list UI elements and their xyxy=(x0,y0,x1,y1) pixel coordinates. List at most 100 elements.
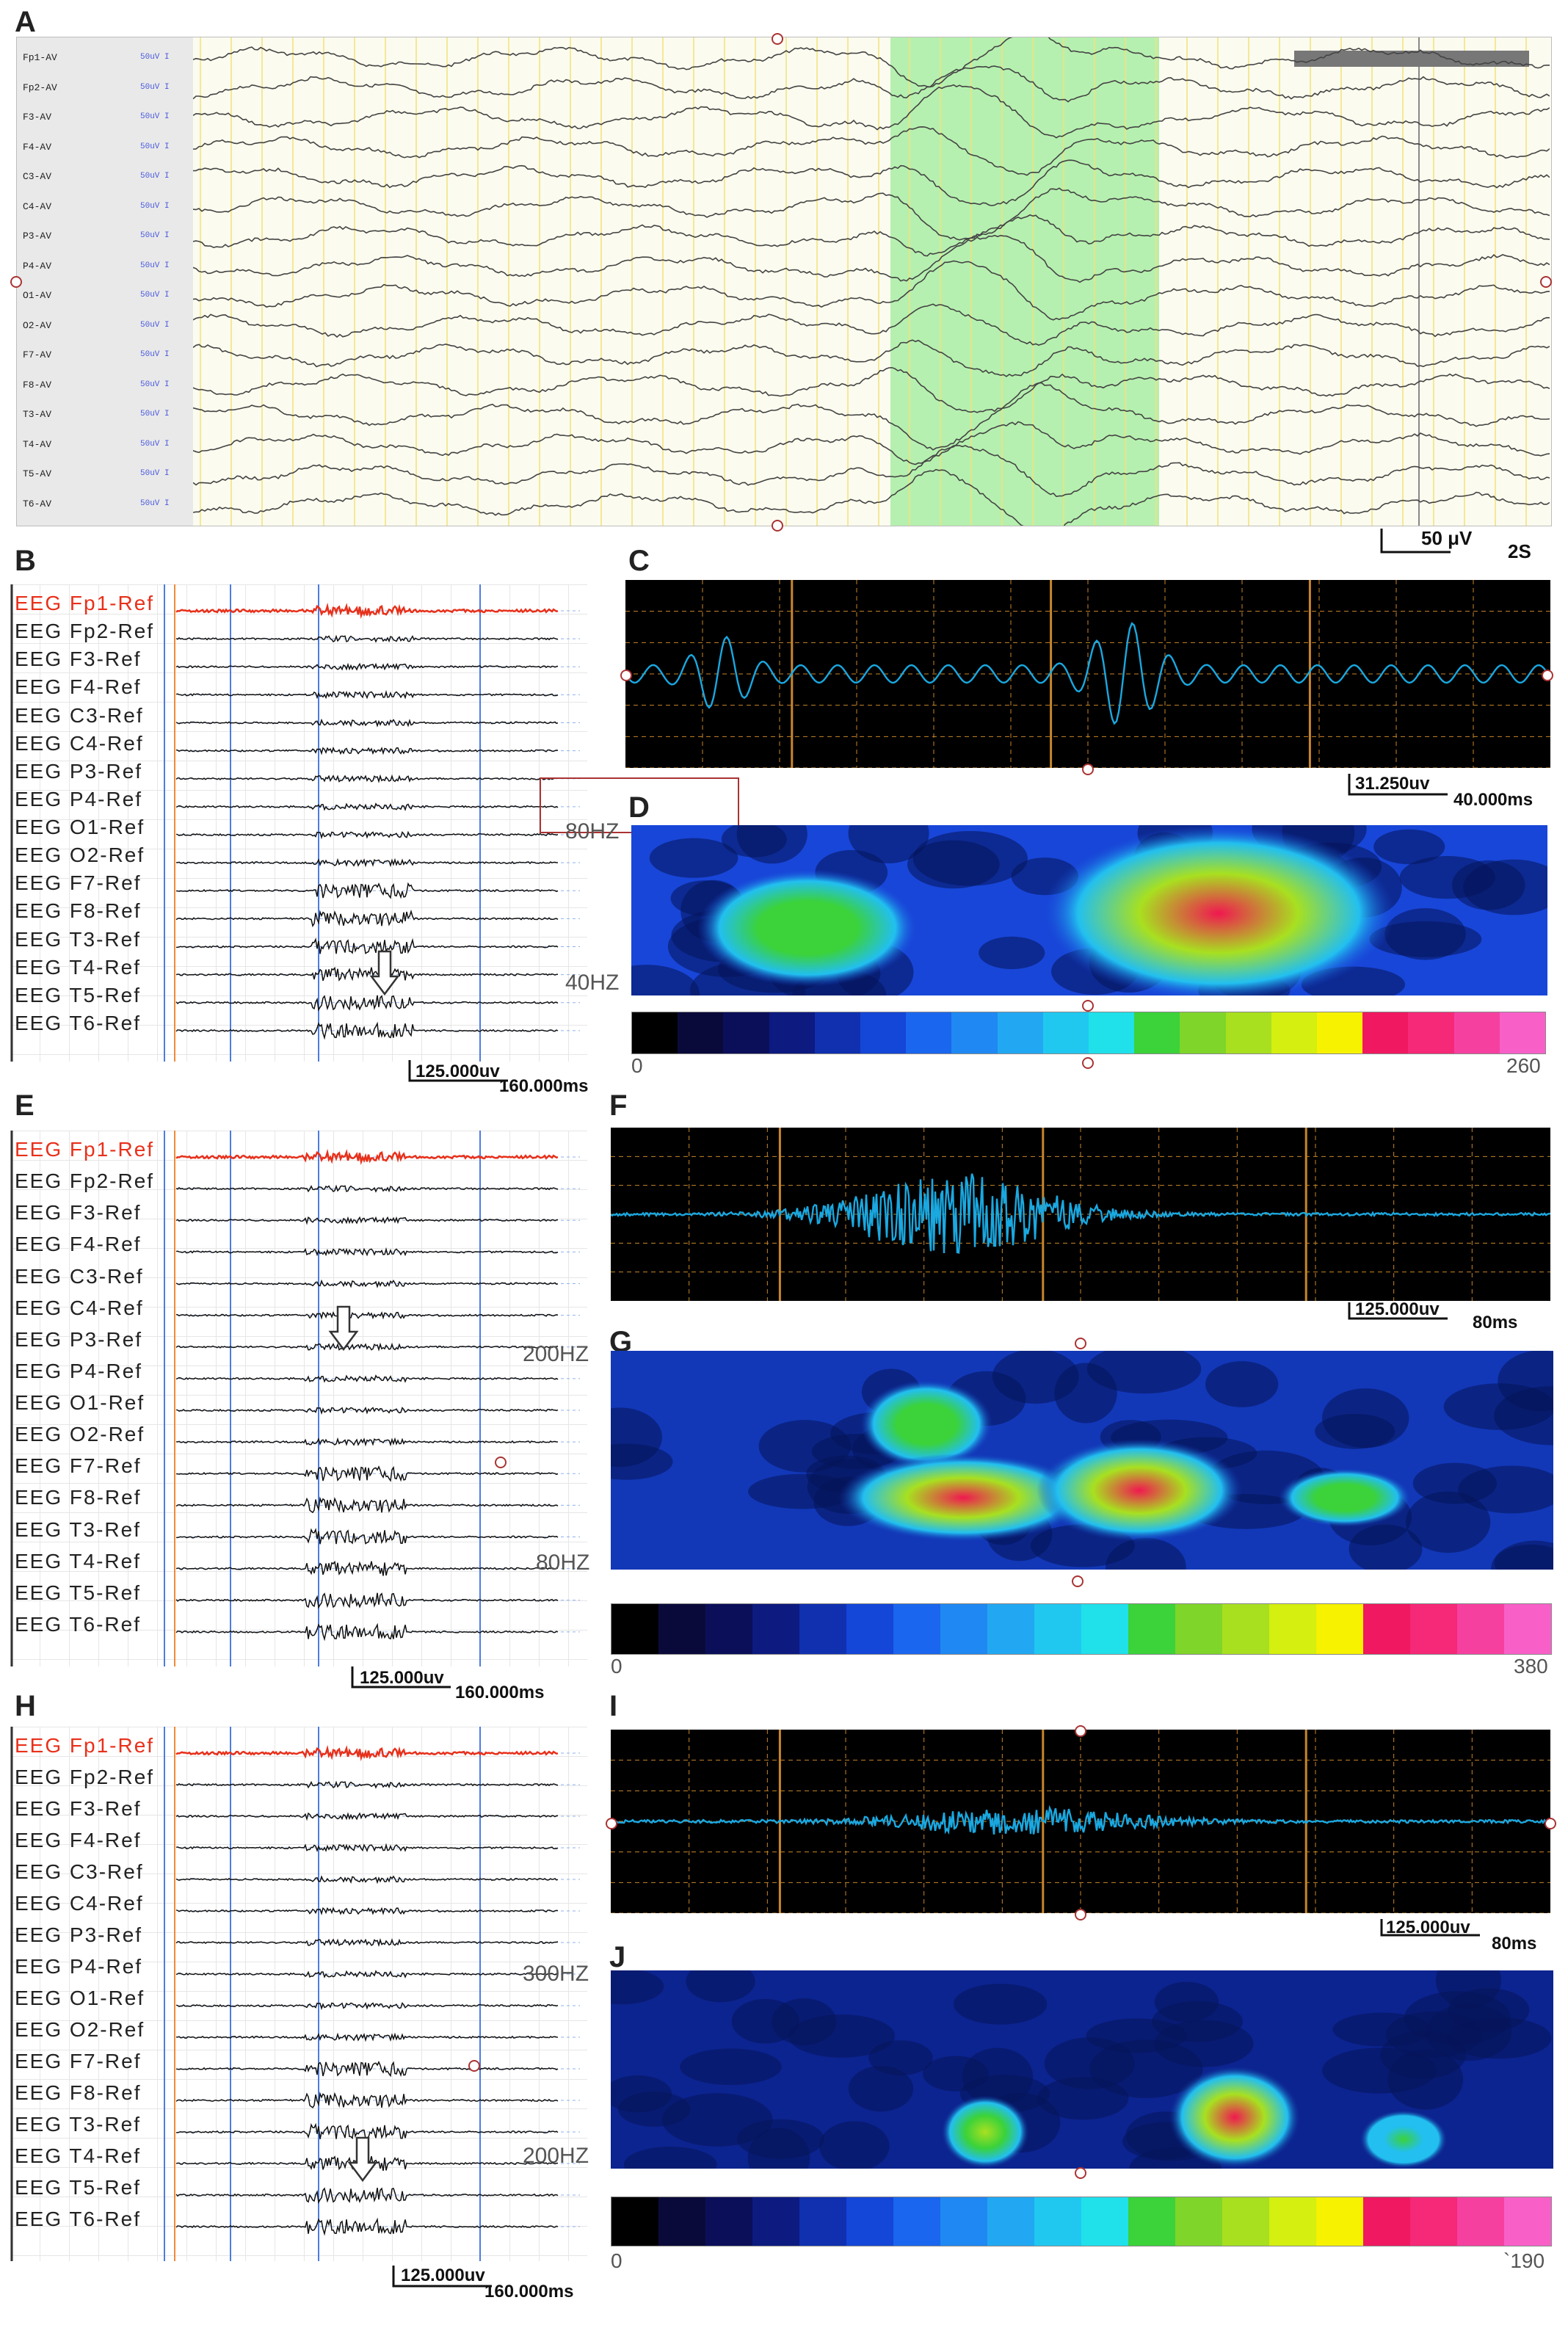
channel-label-eeg-fp1-ref: EEG Fp1-Ref xyxy=(15,1734,155,1757)
handle-d-bottom[interactable] xyxy=(1082,1000,1094,1012)
channel-label-eeg-t6-ref: EEG T6-Ref xyxy=(15,2208,141,2230)
handle-e-right[interactable] xyxy=(495,1457,507,1468)
channel-label-eeg-o1-ref: EEG O1-Ref xyxy=(15,1987,145,2009)
handle-c-right[interactable] xyxy=(1542,670,1553,681)
channel-label-p3-av: P3-AV xyxy=(23,231,52,242)
highlighted-segment xyxy=(890,37,1159,526)
sensitivity-label[interactable]: 50uV I xyxy=(140,53,170,62)
wave-view-c[interactable] xyxy=(625,580,1551,769)
trace-panel_b-5 xyxy=(175,747,559,755)
colorbar-min-d: 0 xyxy=(631,1054,643,1077)
channel-label-eeg-t4-ref: EEG T4-Ref xyxy=(15,955,141,979)
colorbar-swatch xyxy=(658,2197,705,2246)
channel-label-t5-av: T5-AV xyxy=(23,468,52,479)
channel-label-eeg-f8-ref: EEG F8-Ref xyxy=(15,2081,142,2104)
channel-label-eeg-fp1-ref: EEG Fp1-Ref xyxy=(15,1138,155,1161)
handle-j-bottom[interactable] xyxy=(1075,2167,1086,2179)
colorbar-swatch xyxy=(1089,1012,1135,1053)
colorbar-swatch xyxy=(1175,2197,1222,2246)
sensitivity-label[interactable]: 50uV I xyxy=(140,291,170,300)
time-frequency-map-d xyxy=(631,825,1547,995)
sensitivity-label[interactable]: 50uV I xyxy=(140,202,170,211)
colorbar-swatch xyxy=(1317,1012,1363,1053)
power-blob xyxy=(1037,1439,1242,1542)
colorbar-swatch xyxy=(1363,2197,1410,2246)
colorbar-swatch xyxy=(705,1604,752,1654)
colorbar-swatch xyxy=(1175,1604,1222,1654)
freq-high-j: 300HZ xyxy=(523,1962,589,1986)
channel-label-eeg-p4-ref: EEG P4-Ref xyxy=(15,1955,143,1978)
handle-i-left[interactable] xyxy=(606,1818,617,1829)
handle-d-cbar[interactable] xyxy=(1082,1057,1094,1069)
handle-h-right[interactable] xyxy=(468,2060,480,2072)
eeg-channel-view-b[interactable]: EEG Fp1-Ref EEG Fp2-Ref EEG F3-Ref EEG F4-R… xyxy=(10,584,587,1062)
scale-time-a: 2S xyxy=(1508,540,1531,562)
sensitivity-label[interactable]: 50uV I xyxy=(140,499,170,508)
handle-c-left[interactable] xyxy=(620,670,632,681)
channel-label-o1-av: O1-AV xyxy=(23,290,52,301)
resize-handle-bottom[interactable] xyxy=(772,520,783,532)
handle-i-bottom[interactable] xyxy=(1075,1909,1086,1920)
colorbar-swatch xyxy=(1134,1012,1180,1053)
channel-label-c3-av: C3-AV xyxy=(23,171,52,182)
wave-view-i[interactable] xyxy=(610,1730,1551,1914)
channel-label-eeg-f7-ref: EEG F7-Ref xyxy=(15,1454,142,1478)
scale-time-c: 40.000ms xyxy=(1453,790,1533,810)
handle-i-top[interactable] xyxy=(1075,1725,1086,1737)
colorbar-swatch xyxy=(1081,1604,1128,1654)
colorbar-swatch xyxy=(814,1012,861,1053)
wave-view-f[interactable] xyxy=(610,1128,1550,1301)
trace-panel_e-1 xyxy=(175,1184,559,1193)
eeg-channel-view-e[interactable]: EEG Fp1-Ref EEG Fp2-Ref EEG F3-Ref EEG F4-R… xyxy=(10,1131,587,1666)
channel-label-eeg-f3-ref: EEG F3-Ref xyxy=(15,1797,142,1820)
sensitivity-label[interactable]: 50uV I xyxy=(140,83,170,92)
resize-handle-left[interactable] xyxy=(10,276,22,288)
trace-panel_h-11 xyxy=(175,2092,559,2108)
colorbar-swatch xyxy=(940,1604,987,1654)
sensitivity-label[interactable]: 50uV I xyxy=(140,469,170,478)
colorbar-swatch xyxy=(1222,2197,1269,2246)
trace-panel_b-11 xyxy=(175,909,559,928)
sensitivity-label[interactable]: 50uV I xyxy=(140,321,170,330)
resize-handle-right[interactable] xyxy=(1540,276,1552,288)
sensitivity-label[interactable]: 50uV I xyxy=(140,112,170,121)
colorbar-swatch xyxy=(1034,2197,1081,2246)
panel-label-d: D xyxy=(628,791,650,824)
colorbar-min-g: 0 xyxy=(611,1655,623,1677)
sensitivity-label[interactable]: 50uV I xyxy=(140,142,170,151)
sensitivity-label[interactable]: 50uV I xyxy=(140,350,170,359)
sensitivity-label[interactable]: 50uV I xyxy=(140,380,170,389)
handle-g-bottom[interactable] xyxy=(1072,1575,1084,1587)
channel-label-fp2-av: Fp2-AV xyxy=(23,81,57,93)
channel-label-eeg-o2-ref: EEG O2-Ref xyxy=(15,2018,145,2041)
sensitivity-label[interactable]: 50uV I xyxy=(140,231,170,240)
colorbar-swatch xyxy=(799,1604,846,1654)
sensitivity-label[interactable]: 50uV I xyxy=(140,440,170,449)
time-frequency-map-j xyxy=(611,1970,1553,2169)
eeg-channel-view-h[interactable]: EEG Fp1-Ref EEG Fp2-Ref EEG F3-Ref EEG F4-R… xyxy=(10,1727,587,2261)
colorbar-swatch xyxy=(1410,1604,1457,1654)
sensitivity-label[interactable]: 50uV I xyxy=(140,410,170,418)
trace-panel_e-11 xyxy=(175,1496,559,1514)
channel-label-f8-av: F8-AV xyxy=(23,379,52,391)
channel-label-f7-av: F7-AV xyxy=(23,349,52,360)
handle-f-bottom[interactable] xyxy=(1075,1338,1086,1349)
colorbar-swatch xyxy=(1457,2197,1504,2246)
channel-label-o2-av: O2-AV xyxy=(23,319,52,331)
channel-label-eeg-c3-ref: EEG C3-Ref xyxy=(15,1264,144,1288)
handle-i-right[interactable] xyxy=(1545,1818,1556,1829)
sensitivity-label[interactable]: 50uV I xyxy=(140,261,170,270)
sensitivity-label[interactable]: 50uV I xyxy=(140,172,170,181)
channel-label-eeg-o1-ref: EEG O1-Ref xyxy=(15,816,145,838)
panel-label-f: F xyxy=(609,1089,628,1122)
channel-label-eeg-c4-ref: EEG C4-Ref xyxy=(15,1296,144,1319)
resize-handle-top[interactable] xyxy=(772,33,783,45)
colorbar-swatch xyxy=(940,2197,987,2246)
channel-label-eeg-f3-ref: EEG F3-Ref xyxy=(15,1201,142,1225)
trace-panel_e-13 xyxy=(175,1560,559,1576)
power-blob xyxy=(1042,825,1395,995)
handle-c-bottom[interactable] xyxy=(1082,763,1094,775)
colorbar-swatch xyxy=(1269,2197,1316,2246)
channel-label-fp1-av: Fp1-AV xyxy=(23,52,57,63)
eeg-montage-view-a[interactable]: Fp1-AV 50uV I Fp2-AV 50uV I F3-AV 50uV I F4-AV… xyxy=(16,37,1552,526)
